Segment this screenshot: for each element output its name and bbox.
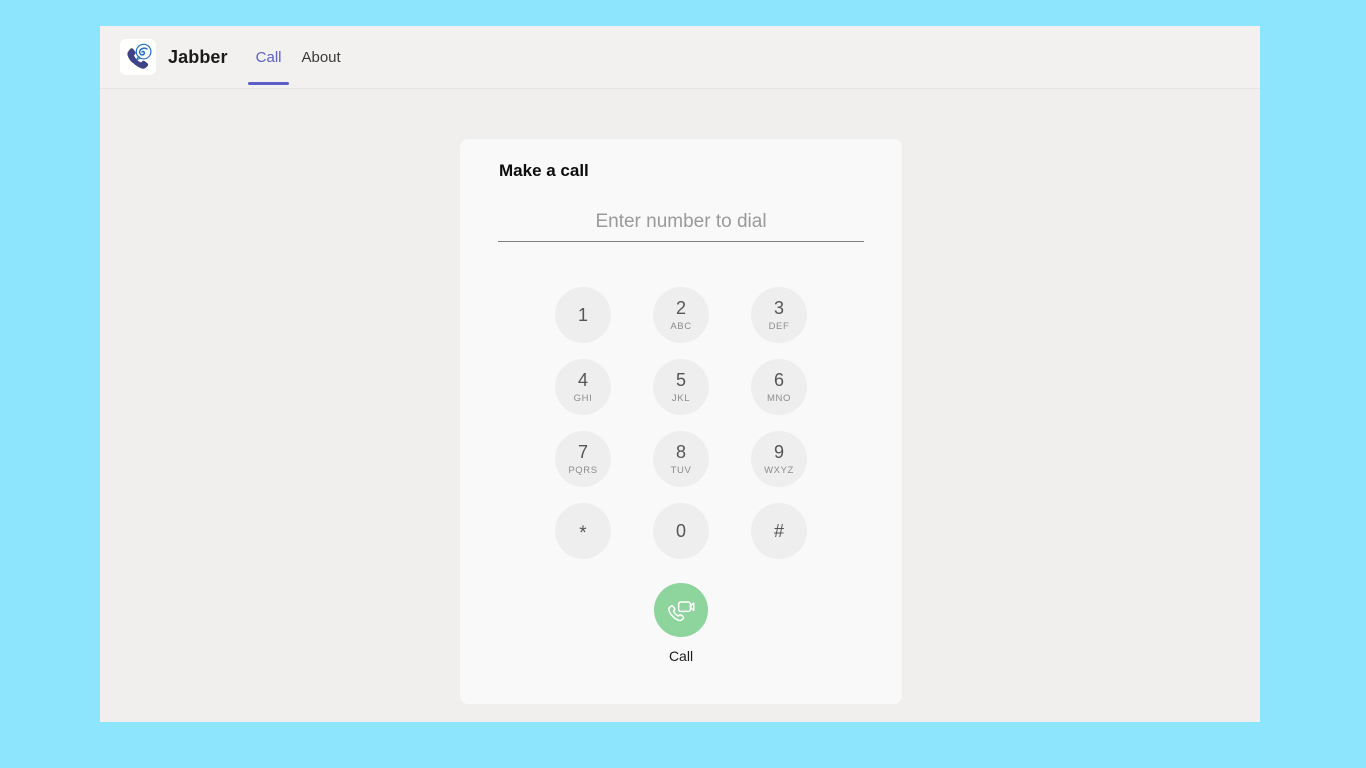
app-body: Make a call 1 2 ABC 3 DEF 4 GHI [100, 89, 1260, 721]
keypad-digit: 9 [773, 441, 784, 462]
keypad-digit: 5 [675, 369, 686, 390]
keypad-letters: TUV [670, 464, 692, 476]
page-title: Jabber [168, 46, 228, 67]
keypad-letters: ABC [670, 320, 692, 332]
keypad-digit: 2 [675, 297, 686, 318]
app-window: Jabber Call About Make a call 1 2 ABC [100, 26, 1260, 722]
nav-tabs: Call About [246, 26, 351, 89]
call-button[interactable] [654, 583, 708, 637]
keypad-key-0[interactable]: 0 [653, 503, 709, 559]
keypad-letters: GHI [573, 392, 593, 404]
keypad-letters: MNO [767, 392, 791, 404]
keypad-digit: * [579, 523, 587, 545]
keypad-key-9[interactable]: 9 WXYZ [751, 431, 807, 487]
dial-number-input[interactable] [498, 209, 864, 241]
video-call-icon [666, 595, 696, 625]
keypad-letters: PQRS [568, 464, 598, 476]
keypad-key-8[interactable]: 8 TUV [653, 431, 709, 487]
keypad-key-6[interactable]: 6 MNO [751, 359, 807, 415]
keypad-key-star[interactable]: * [555, 503, 611, 559]
keypad-letters: WXYZ [764, 464, 794, 476]
keypad-digit: 4 [577, 369, 588, 390]
keypad-key-1[interactable]: 1 [555, 287, 611, 343]
jabber-phone-chat-logo-icon [120, 39, 156, 75]
keypad-key-7[interactable]: 7 PQRS [555, 431, 611, 487]
keypad-key-5[interactable]: 5 JKL [653, 359, 709, 415]
call-button-label: Call [668, 648, 694, 664]
keypad-key-4[interactable]: 4 GHI [555, 359, 611, 415]
tab-about[interactable]: About [291, 26, 350, 89]
card-title: Make a call [499, 161, 589, 180]
keypad-key-3[interactable]: 3 DEF [751, 287, 807, 343]
call-action: Call [498, 583, 864, 664]
app-header: Jabber Call About [100, 26, 1260, 89]
dial-keypad: 1 2 ABC 3 DEF 4 GHI 5 JKL 6 MNO 7 PQRS 8… [555, 287, 807, 559]
keypad-digit: 0 [675, 521, 686, 541]
keypad-key-2[interactable]: 2 ABC [653, 287, 709, 343]
dial-input-container [498, 209, 864, 242]
keypad-digit: 7 [577, 441, 588, 462]
keypad-digit: 1 [577, 305, 588, 325]
keypad-letters: JKL [671, 392, 691, 404]
keypad-digit: 6 [773, 369, 784, 390]
keypad-letters: DEF [768, 320, 790, 332]
make-a-call-card: Make a call 1 2 ABC 3 DEF 4 GHI [460, 139, 902, 704]
keypad-key-hash[interactable]: # [751, 503, 807, 559]
keypad-digit: 8 [675, 441, 686, 462]
keypad-digit: 3 [773, 297, 784, 318]
tab-call[interactable]: Call [246, 26, 292, 89]
keypad-digit: # [773, 521, 784, 541]
